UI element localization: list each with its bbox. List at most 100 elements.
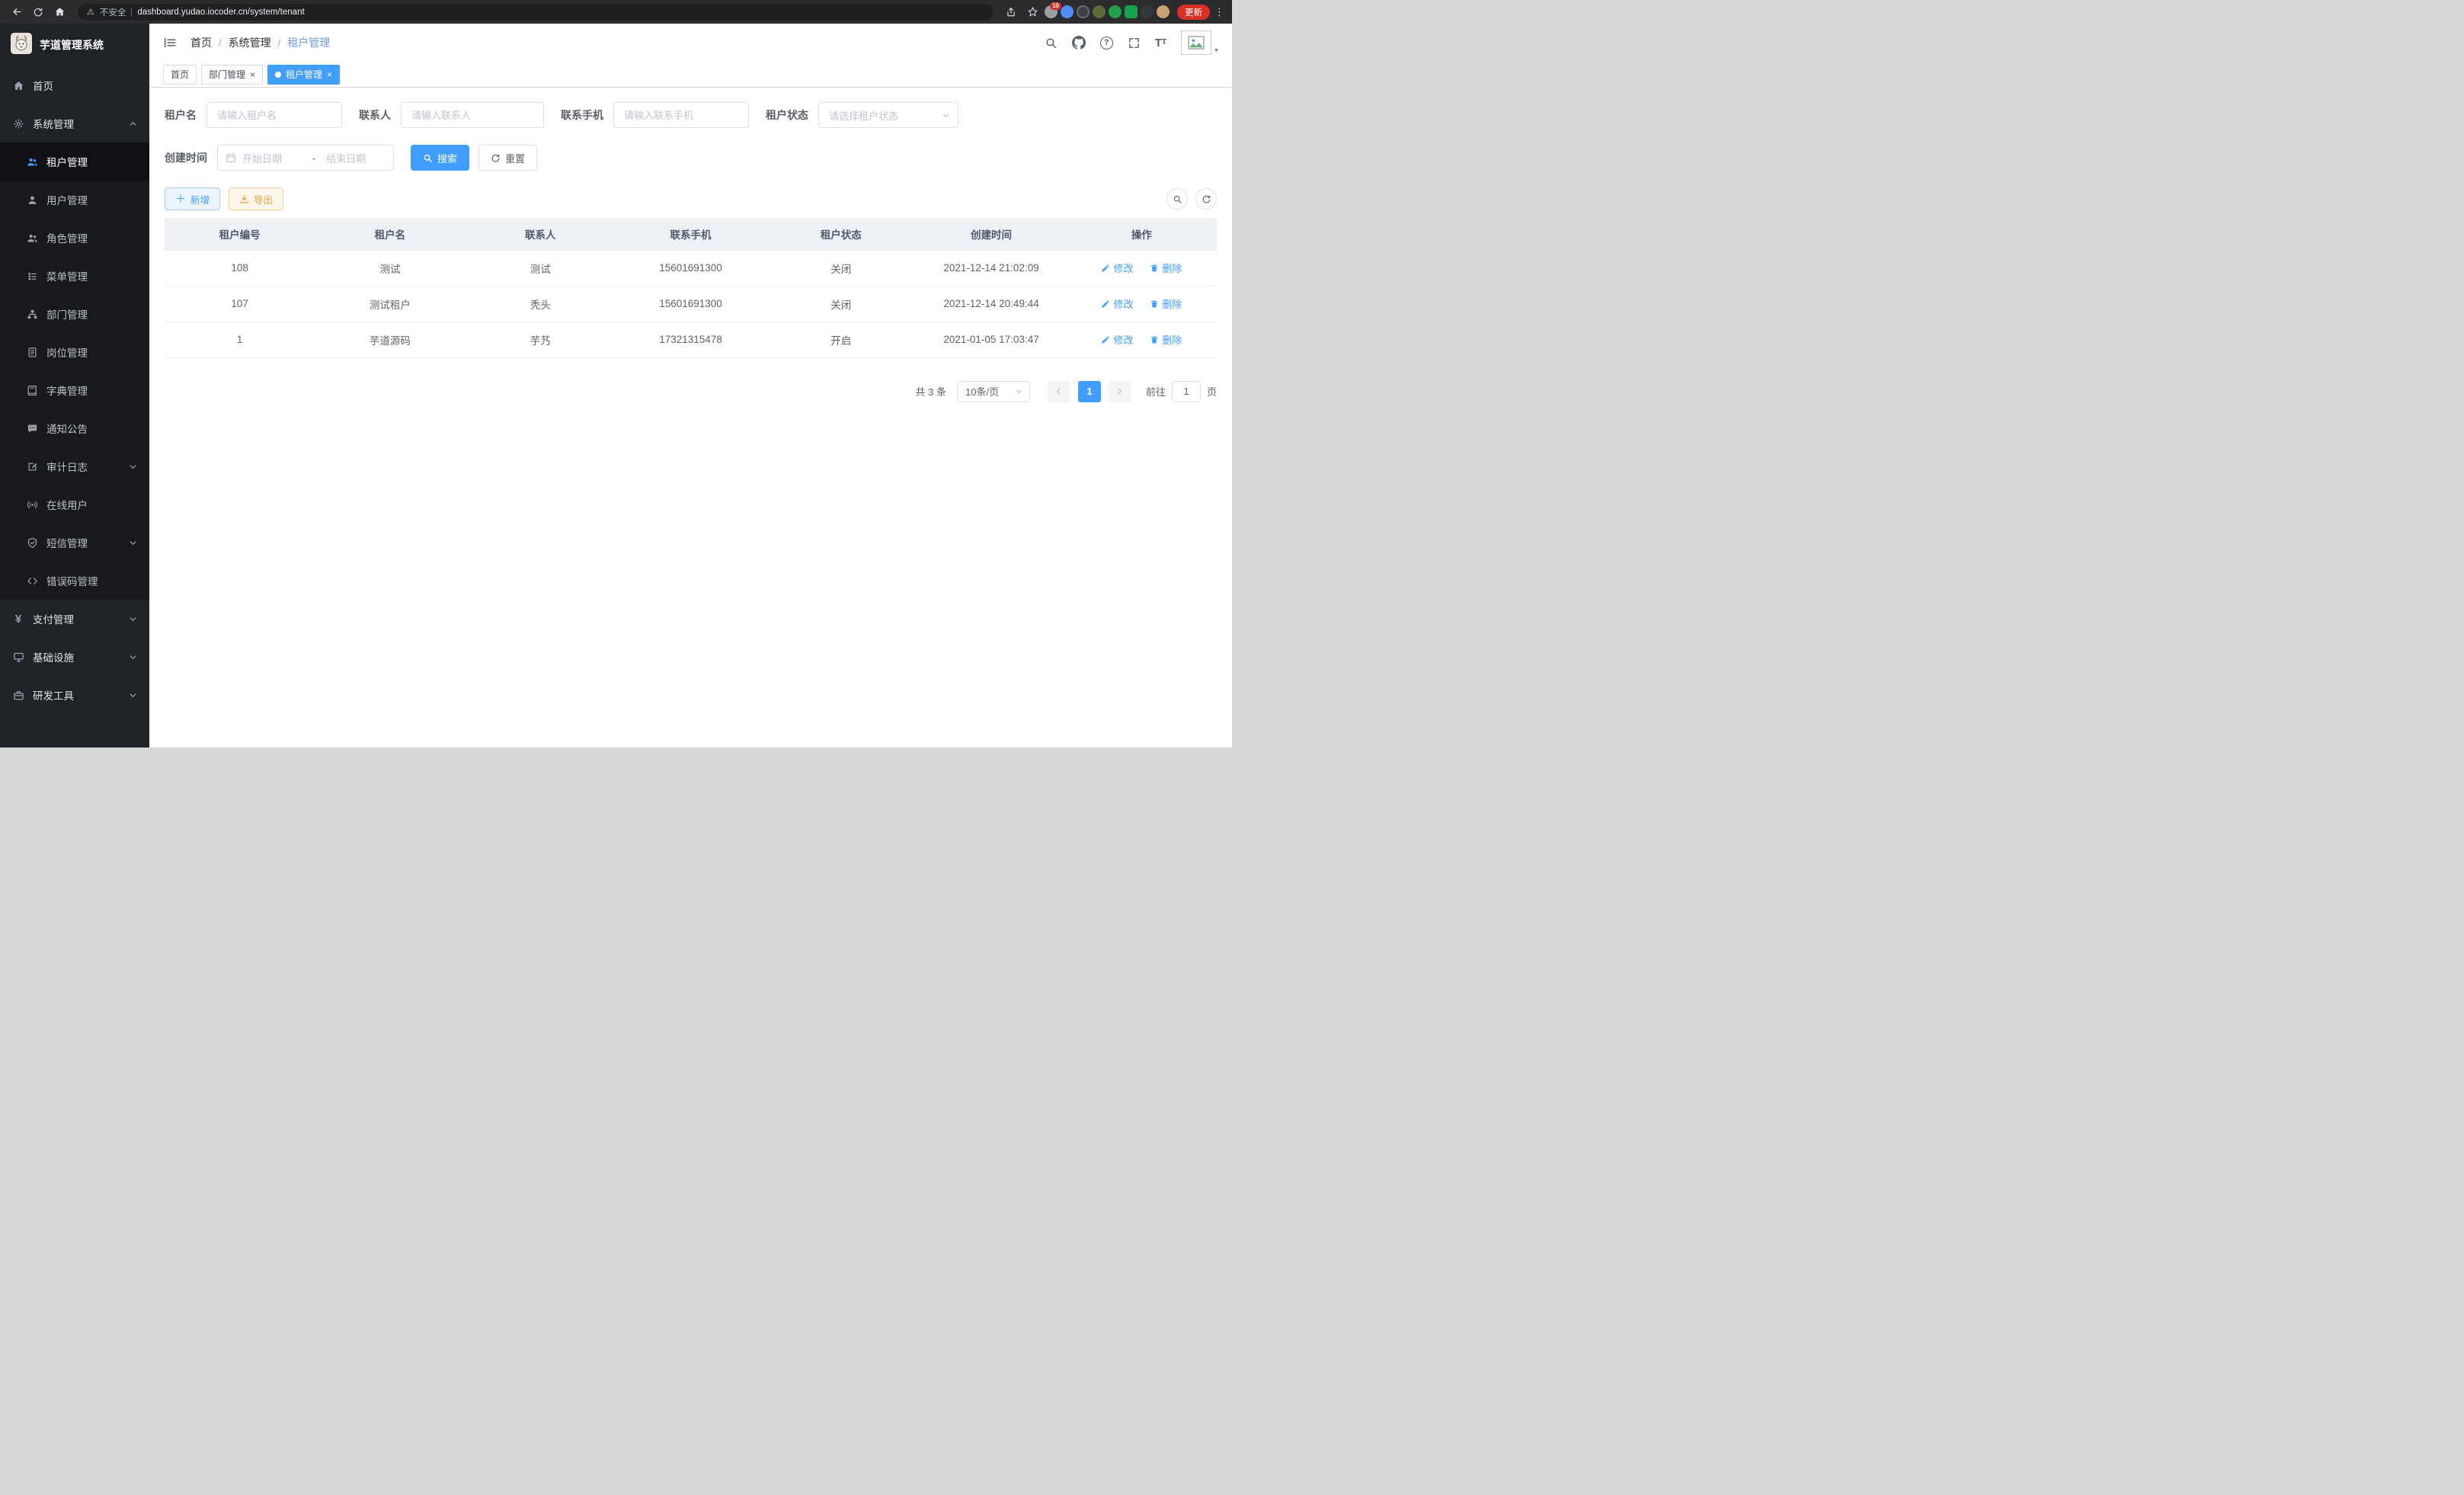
breadcrumb-item[interactable]: 系统管理 (229, 35, 271, 50)
sidebar-item-notice[interactable]: 通知公告 (0, 409, 149, 447)
fullscreen-icon[interactable] (1128, 37, 1141, 50)
extension-icon[interactable]: 10 (1045, 5, 1058, 18)
date-range-picker[interactable]: 开始日期 - 结束日期 (217, 145, 394, 171)
home-icon[interactable] (50, 3, 69, 21)
sidebar-item-label: 研发工具 (33, 687, 74, 703)
sidebar-item-dev-tools[interactable]: 研发工具 (0, 676, 149, 714)
sidebar-item-payment-management[interactable]: ¥ 支付管理 (0, 600, 149, 638)
hamburger-icon[interactable] (163, 36, 177, 50)
search-icon[interactable] (1045, 37, 1058, 50)
user-menu[interactable]: ▾ (1181, 30, 1218, 55)
phone-label: 联系手机 (561, 107, 603, 123)
delete-link[interactable]: 删除 (1150, 296, 1182, 311)
sidebar-item-label: 租户管理 (46, 154, 88, 169)
table-row: 107 测试租户 秃头 15601691300 关闭 2021-12-14 20… (165, 286, 1217, 322)
refresh-icon[interactable] (29, 3, 47, 21)
extension-icon[interactable] (1109, 5, 1122, 18)
address-bar[interactable]: ⚠ 不安全 dashboard.yudao.iocoder.cn/system/… (78, 4, 993, 21)
sidebar-item-tenant-management[interactable]: 租户管理 (0, 142, 149, 181)
sidebar-item-user-management[interactable]: 用户管理 (0, 181, 149, 219)
reset-button[interactable]: 重置 (478, 145, 537, 171)
close-icon[interactable]: × (327, 70, 332, 79)
cell-tenant-name: 测试 (315, 250, 465, 286)
app-title: 芋道管理系统 (40, 37, 104, 53)
breadcrumb-item[interactable]: 首页 (190, 35, 212, 50)
warning-icon[interactable]: ⚠ (87, 7, 94, 17)
sidebar-item-audit-log[interactable]: 审计日志 (0, 447, 149, 485)
security-label[interactable]: 不安全 (100, 6, 126, 18)
system-submenu: 租户管理 用户管理 角色管理 菜单管理 部门管理 (0, 142, 149, 600)
prev-page-button[interactable] (1048, 381, 1070, 402)
font-size-icon[interactable]: TT (1155, 37, 1166, 49)
tab-tenant-management[interactable]: 租户管理 × (267, 65, 340, 85)
delete-link[interactable]: 删除 (1150, 261, 1182, 275)
next-page-button[interactable] (1109, 381, 1131, 402)
sidebar-item-menu-management[interactable]: 菜单管理 (0, 257, 149, 295)
menu-kebab-icon[interactable]: ⋮ (1214, 6, 1224, 18)
cell-tenant-id: 107 (165, 286, 315, 322)
sidebar-item-home[interactable]: 首页 (0, 66, 149, 104)
edit-link[interactable]: 修改 (1101, 261, 1133, 275)
edit-link[interactable]: 修改 (1101, 332, 1133, 347)
sidebar-item-post-management[interactable]: 岗位管理 (0, 333, 149, 371)
extension-icon[interactable] (1125, 5, 1138, 18)
back-icon[interactable] (8, 3, 26, 21)
user-icon (26, 194, 38, 206)
sidebar-item-online-users[interactable]: 在线用户 (0, 485, 149, 523)
github-icon[interactable] (1072, 36, 1086, 50)
delete-link[interactable]: 删除 (1150, 332, 1182, 347)
tab-home[interactable]: 首页 (163, 65, 197, 85)
page-number-button[interactable]: 1 (1078, 381, 1101, 402)
column-header: 联系人 (466, 218, 616, 250)
sidebar-item-dept-management[interactable]: 部门管理 (0, 295, 149, 333)
bookmark-star-icon[interactable] (1023, 3, 1042, 21)
chevron-down-icon: ▾ (1214, 46, 1218, 55)
status-select[interactable]: 请选择租户状态 (818, 102, 958, 128)
sidebar-item-sms-management[interactable]: 短信管理 (0, 523, 149, 562)
column-header: 创建时间 (916, 218, 1066, 250)
help-icon[interactable]: ? (1100, 37, 1113, 50)
contact-label: 联系人 (359, 107, 391, 123)
phone-input[interactable] (613, 102, 749, 128)
roles-icon (26, 232, 38, 244)
date-end-placeholder: 结束日期 (326, 151, 386, 165)
extension-icon[interactable] (1077, 5, 1090, 18)
extension-icon[interactable] (1061, 5, 1074, 18)
tab-dept-management[interactable]: 部门管理 × (201, 65, 263, 85)
contact-input[interactable] (401, 102, 544, 128)
page-size-select[interactable]: 10条/页 (957, 381, 1030, 402)
refresh-table-icon[interactable] (1195, 188, 1217, 210)
cell-phone: 15601691300 (616, 286, 766, 322)
column-header: 联系手机 (616, 218, 766, 250)
logo[interactable]: 芋道管理系统 (0, 24, 149, 66)
extension-icon[interactable] (1141, 5, 1154, 18)
cell-status: 开启 (766, 322, 916, 357)
sidebar-item-label: 通知公告 (46, 421, 88, 436)
tenant-name-input[interactable] (206, 102, 342, 128)
goto-page-input[interactable] (1172, 381, 1201, 402)
update-button[interactable]: 更新 (1177, 5, 1210, 20)
close-icon[interactable]: × (250, 70, 255, 79)
show-search-toggle-icon[interactable] (1166, 188, 1188, 210)
extension-icon[interactable] (1157, 5, 1170, 18)
share-icon[interactable] (1002, 3, 1020, 21)
search-button[interactable]: 搜索 (411, 145, 469, 171)
sidebar-item-dict-management[interactable]: 字典管理 (0, 371, 149, 409)
status-select-placeholder: 请选择租户状态 (829, 108, 898, 123)
sidebar-item-error-code-management[interactable]: 错误码管理 (0, 562, 149, 600)
export-button[interactable]: 导出 (229, 187, 283, 210)
url-text[interactable]: dashboard.yudao.iocoder.cn/system/tenant (137, 8, 304, 17)
edit-link-label: 修改 (1113, 296, 1133, 311)
tab-label: 租户管理 (286, 68, 322, 81)
edit-link[interactable]: 修改 (1101, 296, 1133, 311)
tab-label: 部门管理 (209, 68, 245, 81)
sidebar-item-system-management[interactable]: 系统管理 (0, 104, 149, 142)
sidebar-item-label: 在线用户 (46, 497, 88, 512)
sidebar-item-label: 岗位管理 (46, 344, 88, 360)
sidebar-item-role-management[interactable]: 角色管理 (0, 219, 149, 257)
sidebar-item-infrastructure[interactable]: 基础设施 (0, 638, 149, 676)
chevron-down-icon (129, 653, 137, 661)
edit-link-label: 修改 (1113, 332, 1133, 347)
add-button[interactable]: ＋ 新增 (165, 187, 220, 210)
extension-icon[interactable] (1093, 5, 1106, 18)
